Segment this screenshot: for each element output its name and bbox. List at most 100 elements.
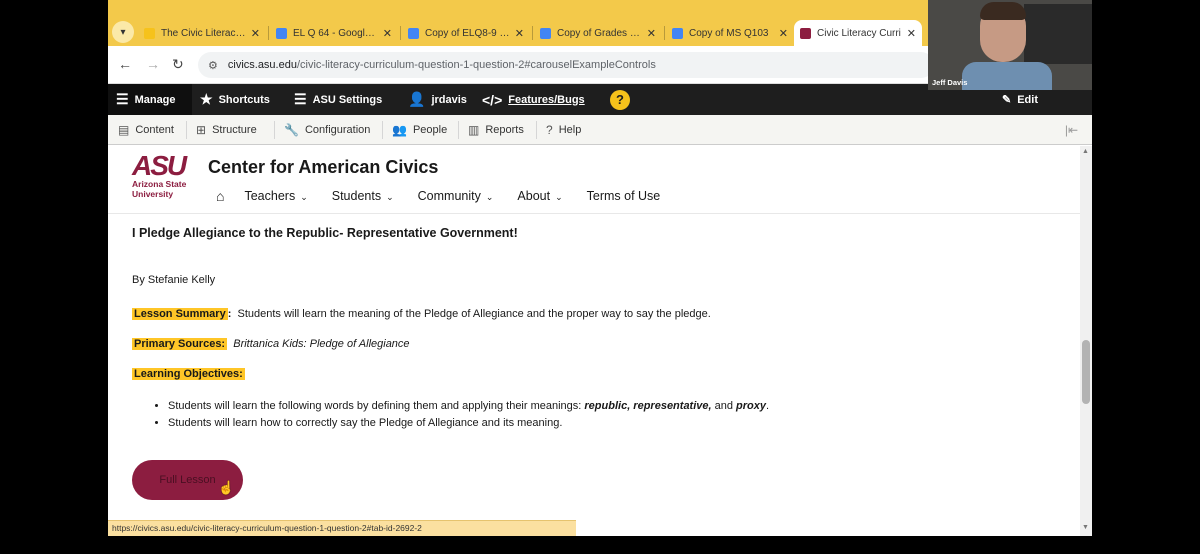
nav-item-about[interactable]: About ⌄ [517, 189, 562, 203]
screen-bottom-edge [108, 536, 1092, 554]
objective-text: Students will learn how to correctly say… [168, 417, 563, 429]
scroll-up-icon[interactable]: ▲ [1082, 148, 1089, 155]
docs-favicon-icon [540, 27, 551, 39]
code-icon: </> [482, 91, 503, 108]
docs-favicon-icon [672, 27, 683, 39]
lesson-summary: Lesson Summary: Students will learn the … [132, 308, 711, 320]
webcam-shelf [1024, 4, 1092, 64]
shortcuts-button[interactable]: ★ Shortcuts [200, 84, 270, 115]
tray-item-help[interactable]: ? Help [546, 115, 581, 145]
shortcuts-label: Shortcuts [218, 93, 270, 106]
url-host: civics.asu.edu [227, 59, 297, 71]
tray-label: Content [135, 124, 174, 136]
chevron-down-icon: ⌄ [555, 192, 563, 202]
user-button[interactable]: 👤 jrdavis [408, 84, 467, 115]
browser-tab[interactable]: The Civic Literacy C ✕ [138, 20, 266, 46]
webcam-video: Jeff Davis [928, 0, 1092, 90]
primary-sources: Primary Sources: Brittanica Kids: Pledge… [132, 338, 410, 350]
nav-label: Students [331, 189, 382, 203]
presenter-hair [980, 2, 1026, 20]
close-icon[interactable]: ✕ [251, 27, 260, 40]
home-icon[interactable]: ⌂ [216, 188, 224, 204]
nav-label: About [517, 189, 551, 203]
tab-separator [268, 26, 269, 40]
url-path: /civic-literacy-curriculum-question-1-qu… [296, 59, 656, 71]
chart-icon: ▥ [468, 123, 480, 137]
asu-logo[interactable]: ASU Arizona State University [132, 152, 187, 200]
objectives-list: Students will learn the following words … [168, 398, 769, 432]
tray-label: Reports [485, 124, 524, 136]
byline: By Stefanie Kelly [132, 274, 216, 286]
browser-tab[interactable]: Copy of Grades 3-5 ✕ [534, 20, 662, 46]
objective-words: republic, representative, [584, 400, 712, 412]
browser-tab[interactable]: Copy of ELQ8-9 - G ✕ [402, 20, 530, 46]
tab-separator [532, 26, 533, 40]
tray-separator [274, 121, 275, 139]
learning-objectives-heading: Learning Objectives: [132, 368, 245, 380]
nav-item-terms[interactable]: Terms of Use [587, 189, 661, 203]
collapse-tray-icon[interactable]: |⇤ [1065, 115, 1078, 145]
nav-item-students[interactable]: Students ⌄ [332, 189, 394, 203]
presenter-shirt [962, 62, 1052, 90]
nav-item-community[interactable]: Community ⌄ [418, 189, 494, 203]
status-url-preview: https://civics.asu.edu/civic-literacy-cu… [108, 520, 576, 536]
pencil-icon: ✎ [1002, 94, 1012, 106]
back-icon[interactable]: ← [118, 56, 132, 72]
tab-search-icon[interactable]: ▾ [112, 21, 134, 43]
close-icon[interactable]: ✕ [515, 27, 524, 40]
tray-item-people[interactable]: 👥 People [392, 115, 447, 145]
scrollbar[interactable]: ▲ ▼ [1080, 146, 1092, 536]
features-bugs-button[interactable]: </> Features/Bugs [482, 84, 585, 115]
logo-line-1: Arizona State [132, 179, 187, 189]
asu-settings-button[interactable]: ☰ ASU Settings [294, 84, 382, 115]
sources-label: Primary Sources: [132, 338, 228, 350]
asu-settings-label: ASU Settings [312, 93, 383, 106]
scroll-down-icon[interactable]: ▼ [1082, 524, 1089, 531]
tray-separator [186, 121, 187, 139]
tab-separator [400, 26, 401, 40]
tray-separator [382, 121, 383, 139]
help-button[interactable]: ? [610, 84, 630, 115]
manage-button[interactable]: ☰ Manage [108, 84, 192, 115]
objective-last-word: proxy [736, 400, 767, 412]
tray-label: Help [558, 124, 582, 136]
reload-icon[interactable]: ↻ [172, 56, 184, 73]
close-icon[interactable]: ✕ [647, 27, 656, 40]
main-nav: ⌂ Teachers ⌄ Students ⌄ Community ⌄ About ⌄ … [208, 186, 684, 206]
tab-title: Copy of MS Q103 [689, 27, 769, 39]
help-icon: ? [610, 89, 630, 110]
document-icon: ▤ [118, 123, 130, 137]
site-title[interactable]: Center for American Civics [208, 157, 438, 178]
site-info-icon[interactable]: ⚙ [208, 59, 218, 72]
structure-icon: ⊞ [196, 123, 207, 137]
close-icon[interactable]: ✕ [907, 27, 916, 40]
tray-item-content[interactable]: ▤ Content [118, 115, 174, 145]
star-icon: ★ [200, 91, 213, 107]
close-icon[interactable]: ✕ [383, 27, 392, 40]
tab-separator [664, 26, 665, 40]
admin-tray: ▤ Content ⊞ Structure 🔧 Configuration 👥 … [108, 115, 1092, 145]
browser-tab[interactable]: EL Q 64 - Google D ✕ [270, 20, 398, 46]
lesson-content: I Pledge Allegiance to the Republic- Rep… [132, 214, 1052, 524]
browser-tab[interactable]: Copy of MS Q103 ✕ [666, 20, 794, 46]
browser-tab-active[interactable]: Civic Literacy Curri ✕ [794, 20, 922, 46]
sources-text: Brittanica Kids: Pledge of Allegiance [233, 338, 410, 350]
tray-label: Configuration [304, 124, 371, 136]
forward-icon[interactable]: → [146, 56, 160, 72]
tray-item-reports[interactable]: ▥ Reports [468, 115, 524, 145]
tab-title: Civic Literacy Curri [817, 27, 901, 39]
close-icon[interactable]: ✕ [779, 27, 788, 40]
summary-label: Lesson Summary [132, 308, 228, 320]
docs-favicon-icon [276, 27, 287, 39]
tray-label: People [412, 124, 448, 136]
tray-item-structure[interactable]: ⊞ Structure [196, 115, 257, 145]
scroll-thumb[interactable] [1082, 340, 1090, 404]
logo-line-2: University [132, 189, 174, 199]
nav-item-teachers[interactable]: Teachers ⌄ [244, 189, 307, 203]
objective-and: and [711, 400, 737, 412]
people-icon: 👥 [392, 123, 407, 137]
list-item: Students will learn the following words … [168, 398, 769, 415]
tray-item-configuration[interactable]: 🔧 Configuration [284, 115, 370, 145]
url-field[interactable]: ⚙ civics.asu.edu/civic-literacy-curricul… [198, 52, 934, 78]
objective-text: Students will learn the following words … [168, 400, 585, 412]
